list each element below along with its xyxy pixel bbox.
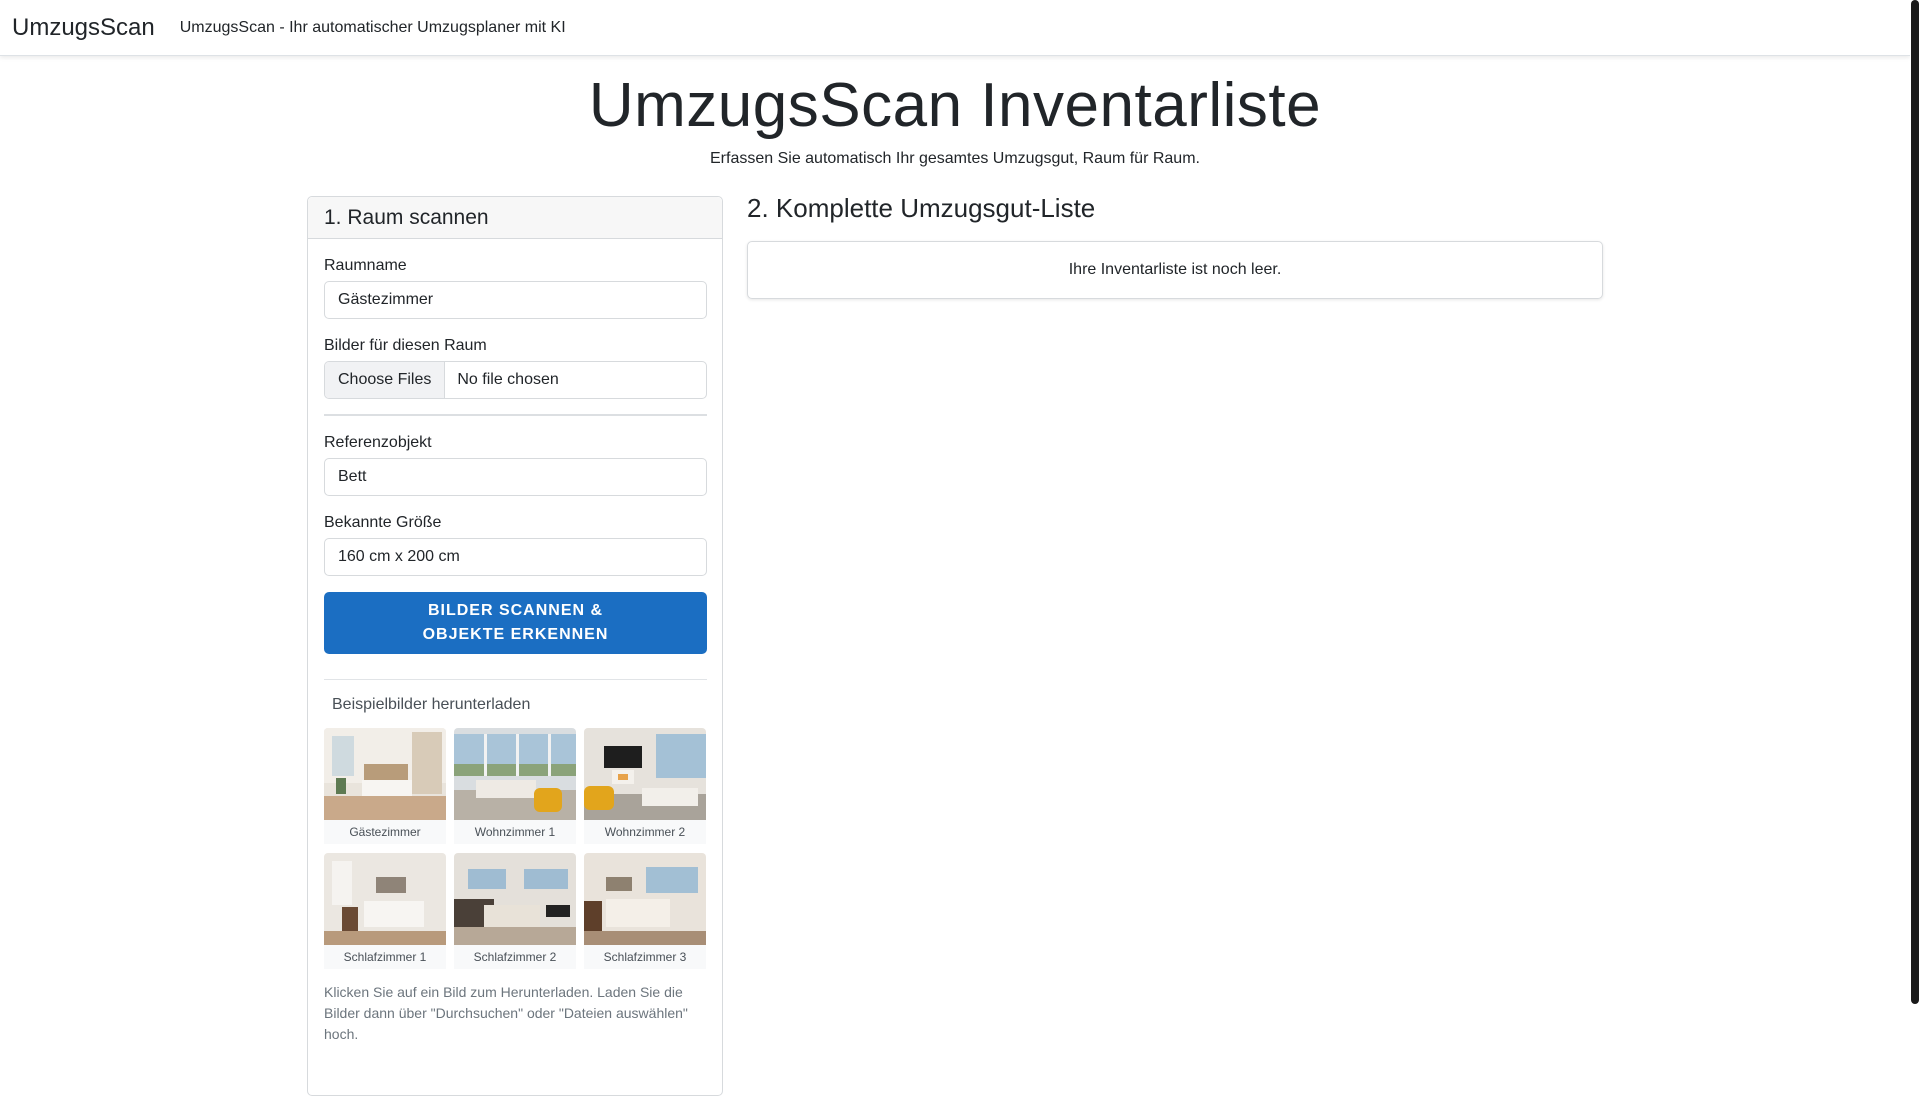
scan-button-line2: OBJEKTE ERKENNEN: [422, 626, 609, 643]
scan-card-header: 1. Raum scannen: [308, 197, 722, 239]
page-subtitle: Erfassen Sie automatisch Ihr gesamtes Um…: [710, 150, 1200, 167]
scan-button-line1: BILDER SCANNEN &: [427, 602, 604, 619]
download-hint: Klicken Sie auf ein Bild zum Herunterlad…: [324, 984, 688, 1042]
living-room-image: [584, 728, 706, 820]
images-label: Bilder für diesen Raum: [324, 337, 487, 354]
scrollbar-thumb[interactable]: [1911, 0, 1919, 1004]
thumbnail-caption: Schlafzimmer 1: [324, 945, 446, 969]
thumbnail-schlafzimmer-3[interactable]: Schlafzimmer 3: [584, 853, 706, 969]
thumbnail-caption: Gästezimmer: [324, 820, 446, 844]
divider: [324, 679, 707, 680]
thumbnail-caption: Schlafzimmer 2: [454, 945, 576, 969]
inventory-title: 2. Komplette Umzugsgut-Liste: [747, 193, 1096, 223]
divider: [324, 414, 707, 416]
reference-label: Referenzobjekt: [324, 434, 432, 451]
inventory-empty-text: Ihre Inventarliste ist noch leer.: [1068, 261, 1282, 278]
known-size-label: Bekannte Größe: [324, 514, 442, 531]
thumbnail-gaestezimmer[interactable]: Gästezimmer: [324, 728, 446, 844]
scan-room-card: 1. Raum scannen Raumname Gästezimmer Bil…: [307, 196, 723, 1096]
download-title: Beispielbilder herunterladen: [332, 696, 531, 713]
thumbnail-schlafzimmer-2[interactable]: Schlafzimmer 2: [454, 853, 576, 969]
navbar: UmzugsScan UmzugsScan - Ihr automatische…: [0, 0, 1910, 56]
thumbnail-schlafzimmer-1[interactable]: Schlafzimmer 1: [324, 853, 446, 969]
room-name-label: Raumname: [324, 257, 407, 274]
reference-object-input[interactable]: Bett: [324, 458, 707, 496]
bedroom-image: [324, 853, 446, 945]
inventory-empty-state: Ihre Inventarliste ist noch leer.: [747, 241, 1603, 299]
thumbnail-caption: Wohnzimmer 2: [584, 820, 706, 844]
sample-image-grid: Gästezimmer Wohnzimmer 1 Wohnzimmer 2 Sc…: [324, 728, 706, 969]
thumbnail-caption: Schlafzimmer 3: [584, 945, 706, 969]
room-name-input[interactable]: Gästezimmer: [324, 281, 707, 319]
known-size-input[interactable]: 160 cm x 200 cm: [324, 538, 707, 576]
brand-link[interactable]: UmzugsScan: [12, 14, 155, 42]
living-room-image: [454, 728, 576, 820]
guest-room-image: [324, 728, 446, 820]
scrollbar[interactable]: [1910, 0, 1920, 1080]
thumbnail-wohnzimmer-1[interactable]: Wohnzimmer 1: [454, 728, 576, 844]
navbar-tagline[interactable]: UmzugsScan - Ihr automatischer Umzugspla…: [180, 19, 566, 37]
thumbnail-caption: Wohnzimmer 1: [454, 820, 576, 844]
scan-images-button[interactable]: BILDER SCANNEN & OBJEKTE ERKENNEN: [324, 592, 707, 654]
bedroom-image: [584, 853, 706, 945]
file-status: No file chosen: [457, 371, 559, 388]
thumbnail-wohnzimmer-2[interactable]: Wohnzimmer 2: [584, 728, 706, 844]
bedroom-image: [454, 853, 576, 945]
choose-files-button[interactable]: Choose Files: [325, 362, 446, 398]
file-input[interactable]: Choose Files No file chosen: [324, 361, 707, 399]
page-title: UmzugsScan Inventarliste: [588, 71, 1322, 140]
